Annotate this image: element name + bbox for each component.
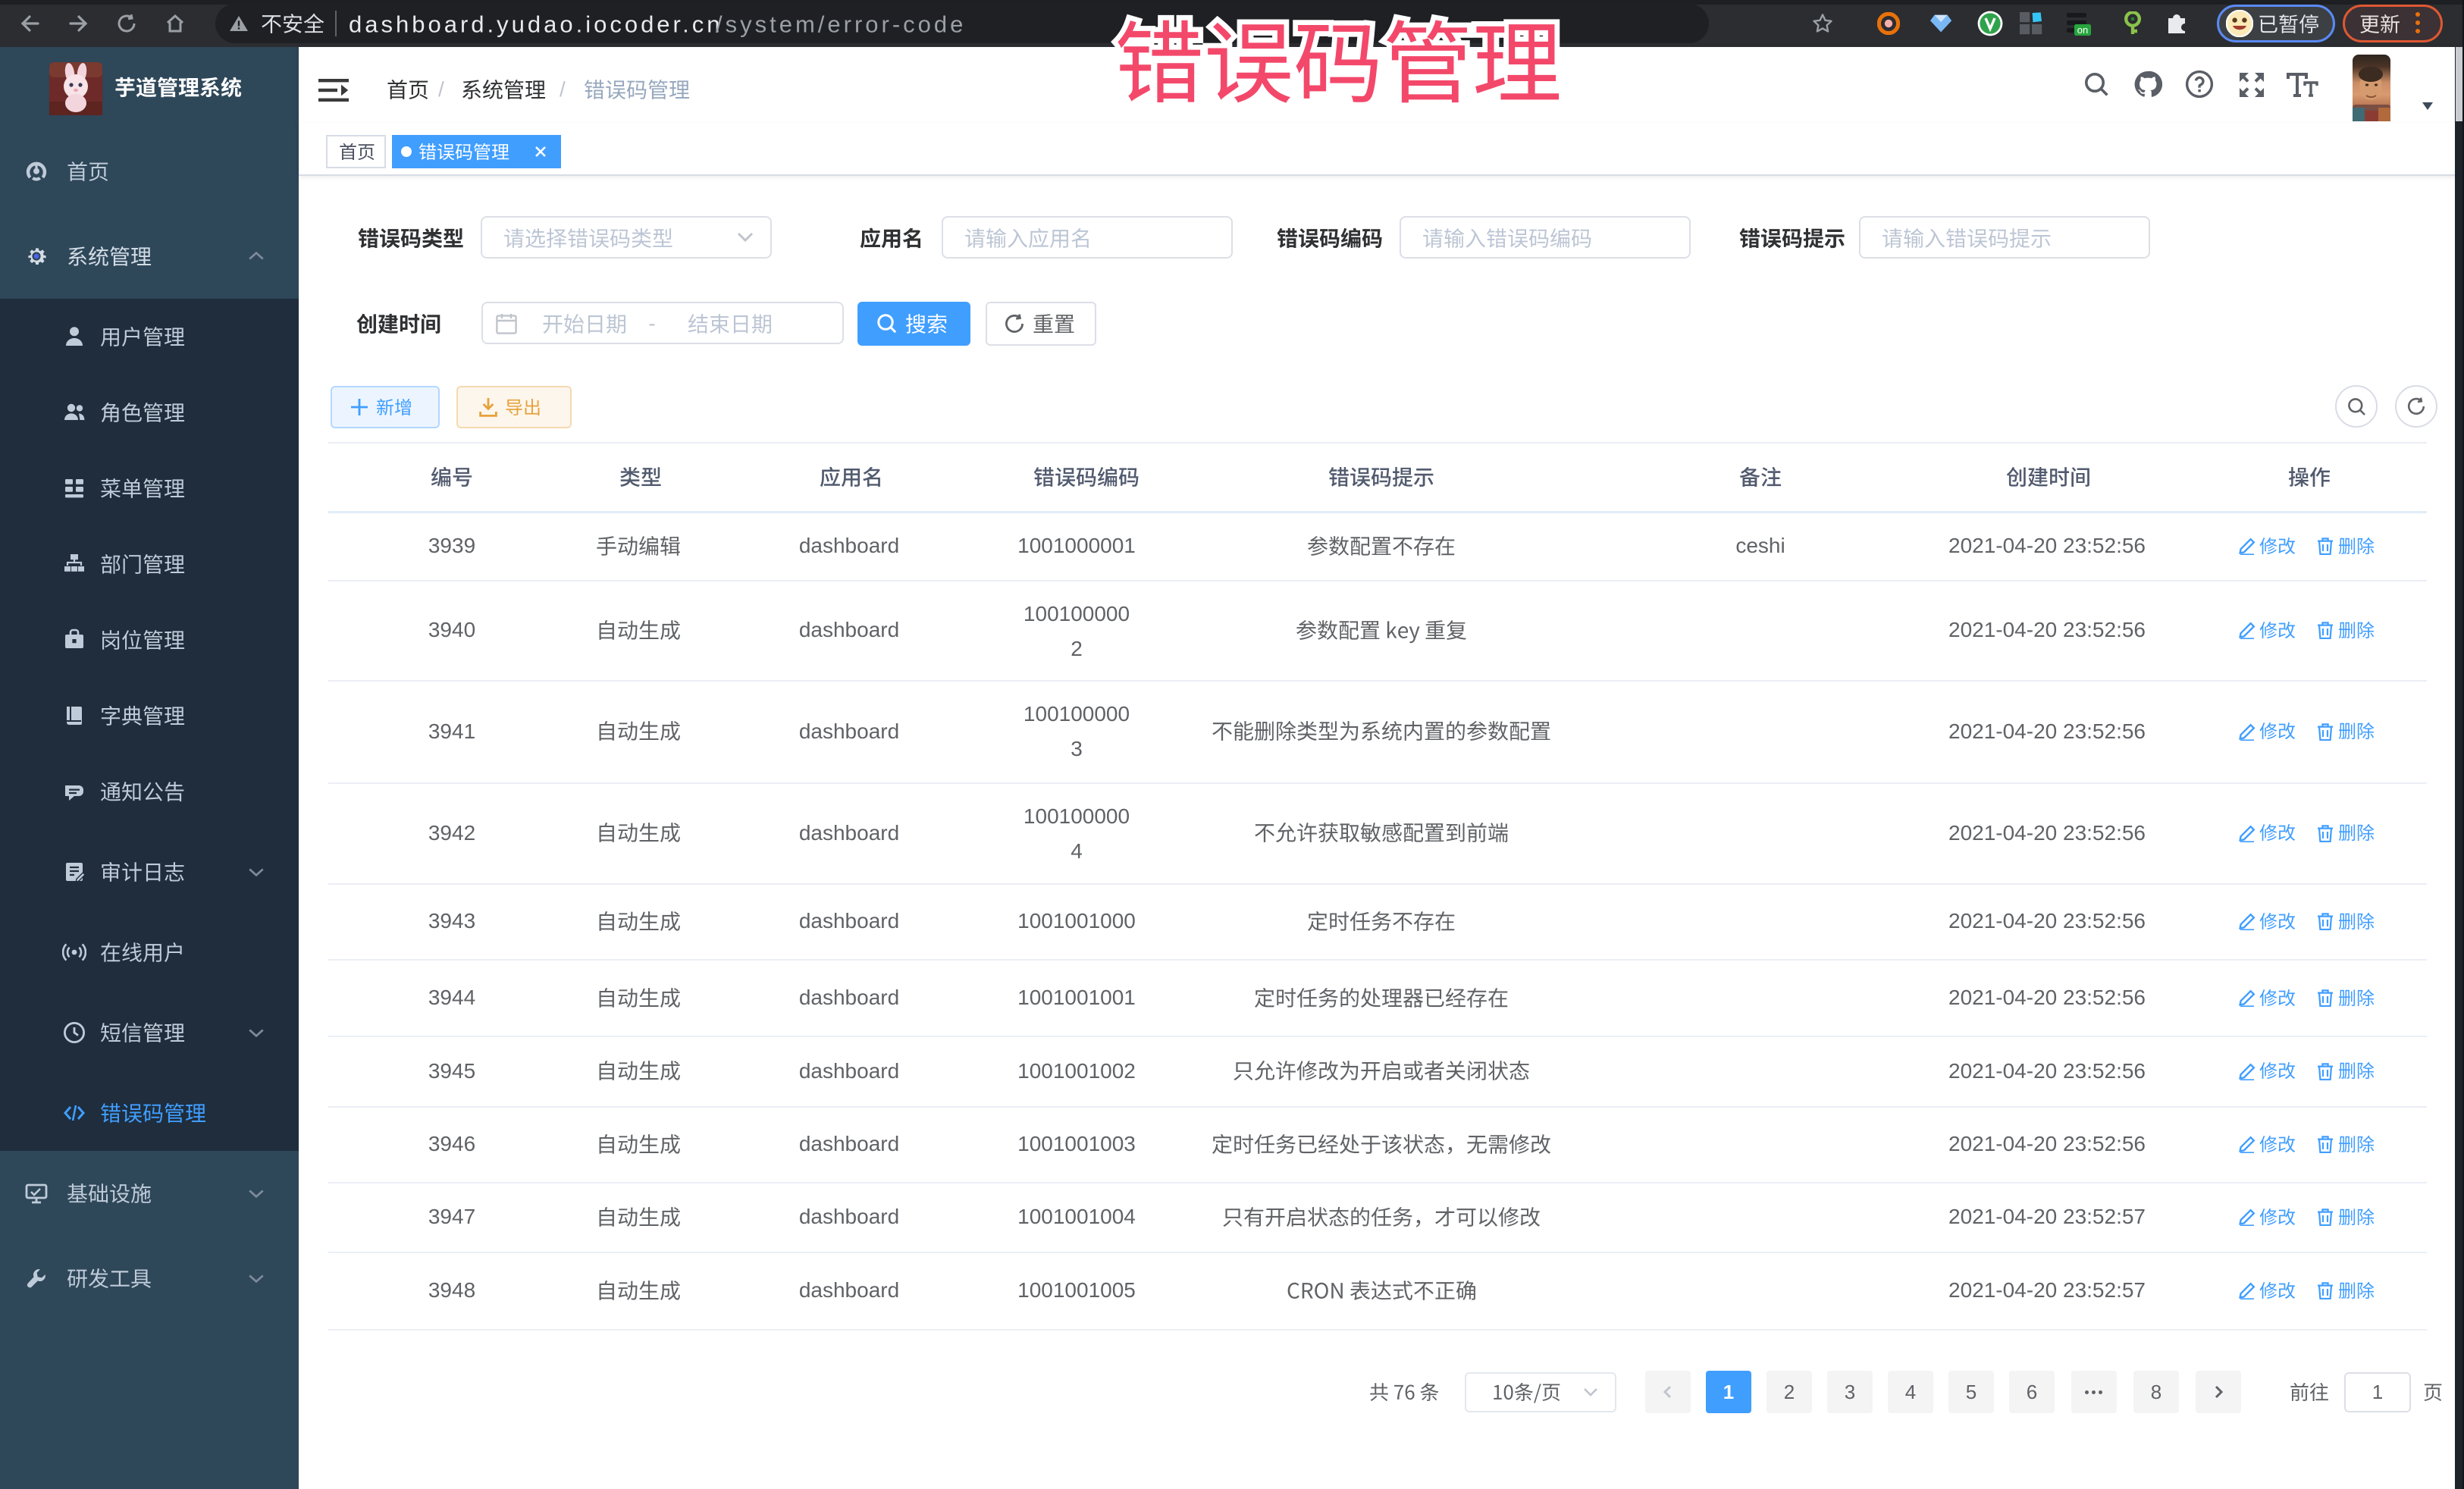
svg-text:on: on [2077,24,2088,36]
